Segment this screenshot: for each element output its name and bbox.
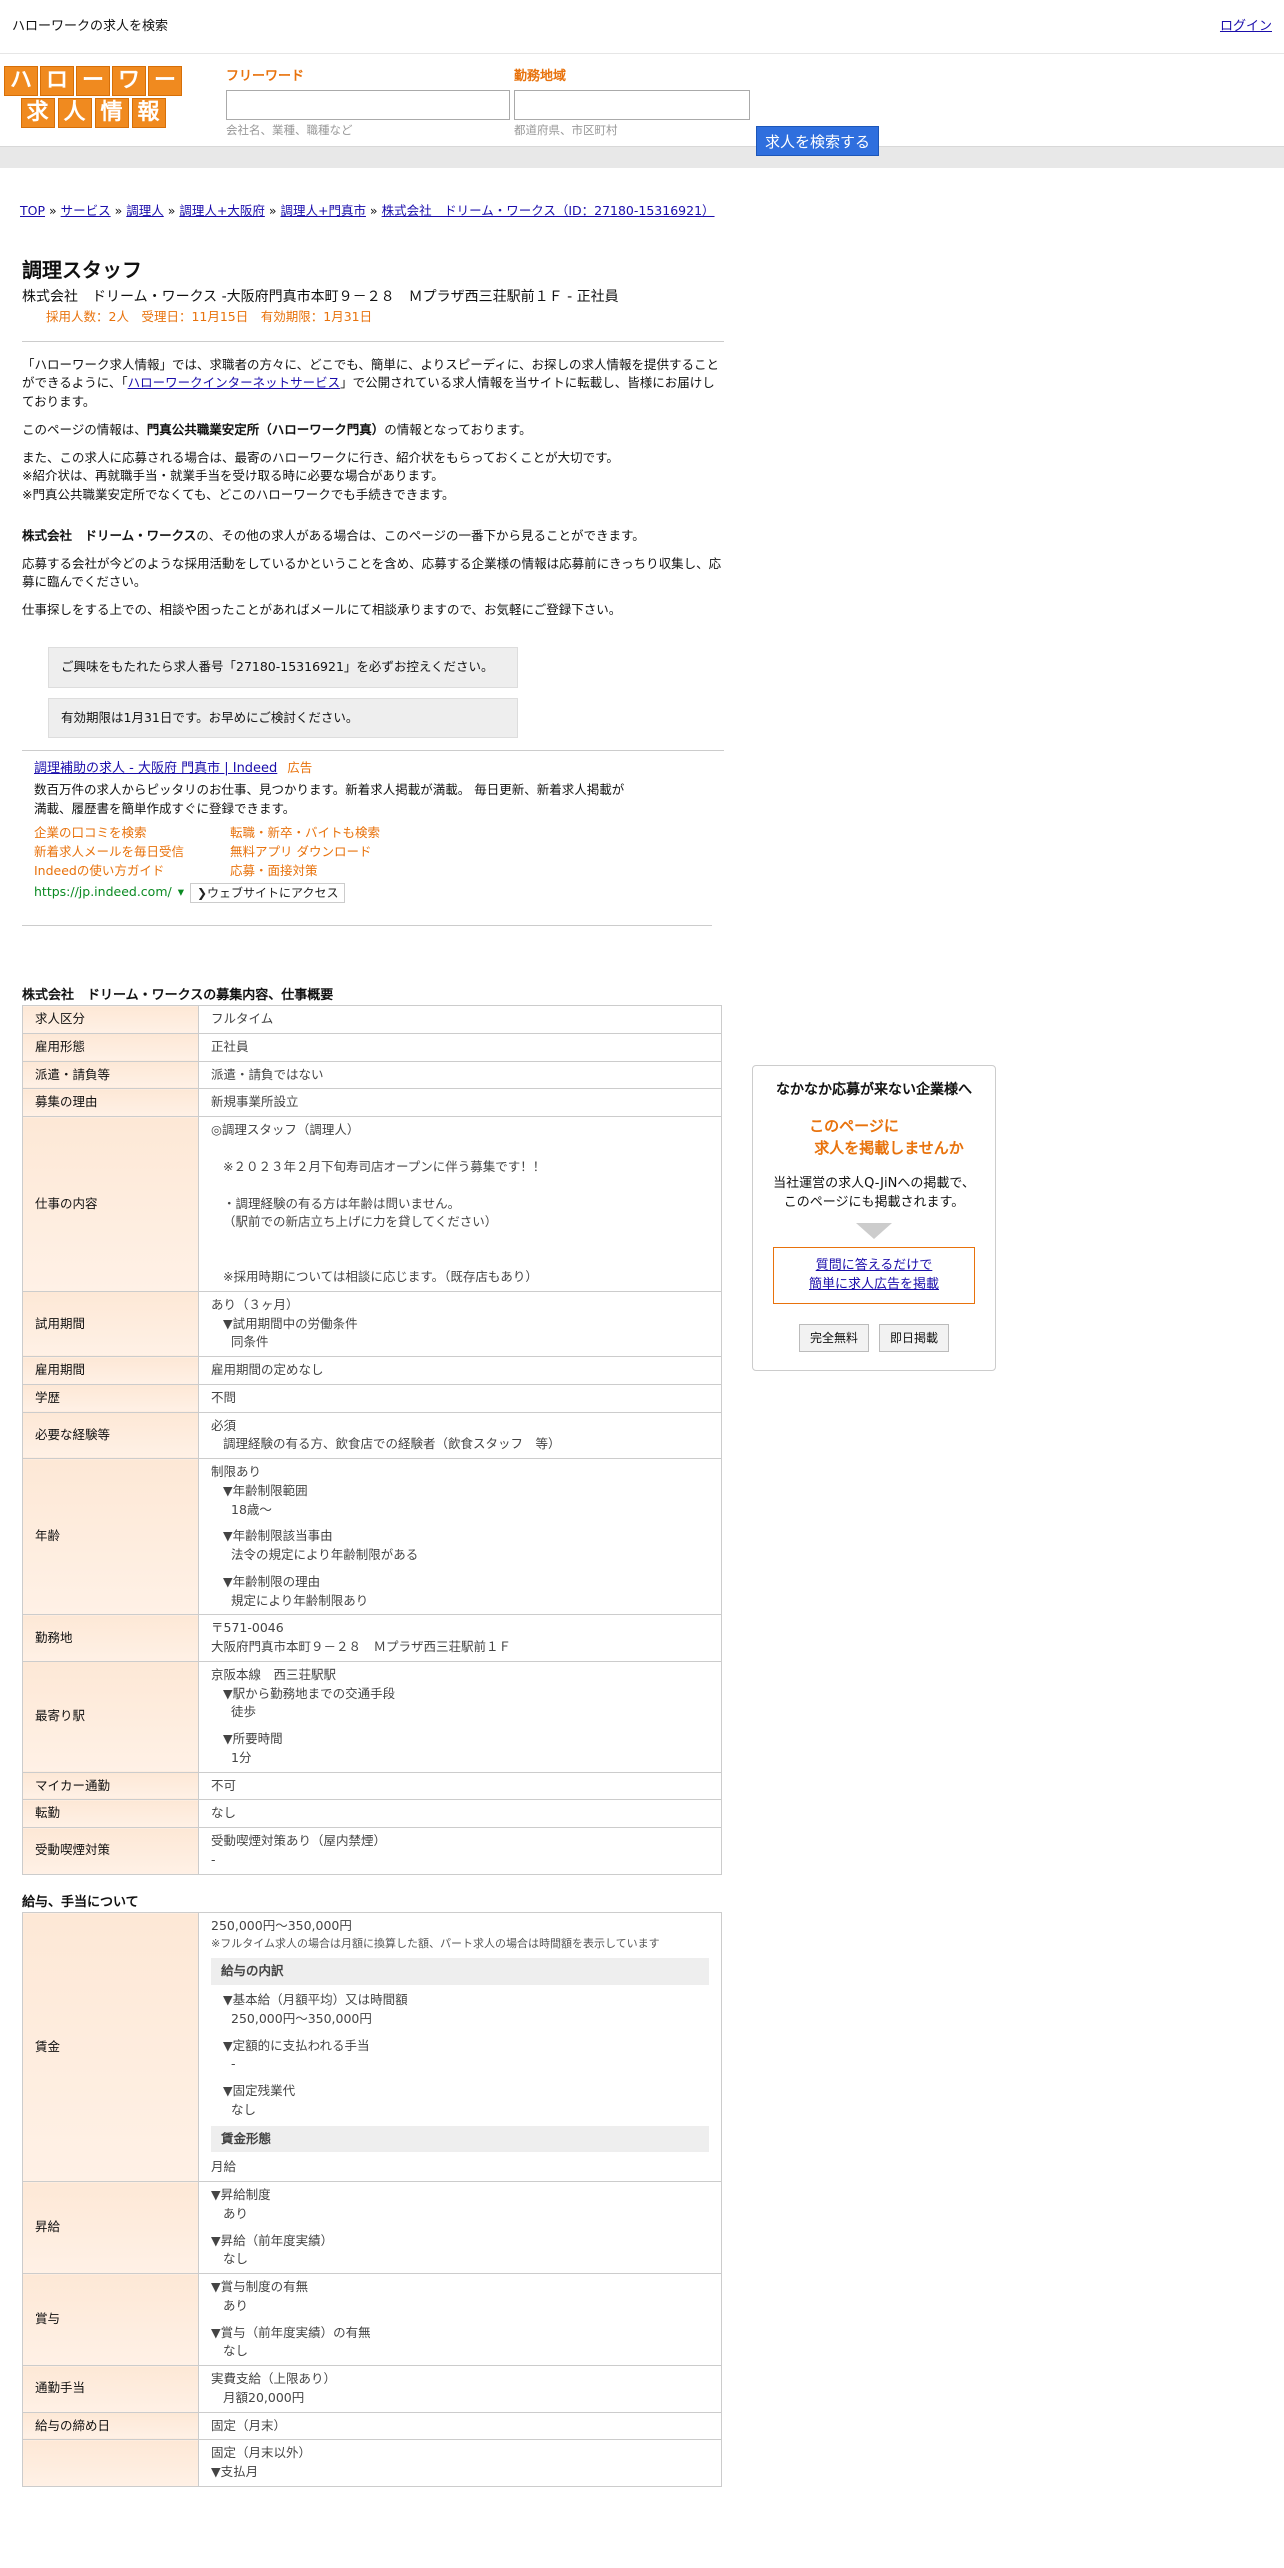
intro-paragraph: 「ハローワーク求人情報」では、求職者の方々に、どこでも、簡単に、よりスピーディに… — [22, 356, 720, 410]
same-day-badge[interactable]: 即日掲載 — [879, 1323, 950, 1352]
table-row: 雇用期間 雇用期間の定めなし — [22, 1356, 722, 1385]
advice-note: 応募する会社が今どのような採用活動をしているかということを含め、応募する企業様の… — [22, 555, 722, 590]
logo-char: ハ — [4, 66, 38, 96]
table-row: 賞与 ▼賞与制度の有無 あり ▼賞与（前年度実績）の有無 なし — [22, 2273, 722, 2366]
top-bar: ハローワークの求人を検索 ログイン — [0, 0, 1284, 54]
promo-box: なかなか応募が来ない企業様へ このページに 求人を掲載しませんか 当社運営の求人… — [752, 1064, 996, 1371]
hellowork-internet-link[interactable]: ハローワークインターネットサービス — [128, 375, 341, 390]
logo-char: 人 — [57, 98, 92, 128]
keyword-hint: 会社名、業種、職種など — [226, 122, 353, 137]
promo-text: 当社運営の求人Q-JiNへの掲載で、 このページにも掲載されます。 — [773, 1175, 975, 1211]
referral-note: また、この求人に応募される場合は、最寄のハローワークに行き、紹介状をもらっておく… — [22, 449, 619, 503]
area-label: 勤務地域 — [514, 69, 567, 84]
promo-cta: 質問に答えるだけで 簡単に求人広告を掲載 — [773, 1246, 975, 1304]
table-row: 給与の締め日 固定（月末） — [22, 2411, 722, 2441]
header: ハ ロ ー ワ ー 求 人 情 報 フリーワード 会社名、業種、職種など 勤務地… — [0, 54, 1284, 156]
divider — [22, 924, 712, 926]
other-jobs-note: 株式会社 ドリーム・ワークスの、その他の求人がある場合は、このページの一番下から… — [22, 527, 645, 543]
breadcrumb-cook-kadoma[interactable]: 調理人+門真市 — [280, 203, 365, 218]
table-row: マイカー通勤 不可 — [22, 1771, 722, 1801]
ad-url-dropdown-icon[interactable]: ▾ — [178, 883, 184, 902]
breadcrumb: TOP » サービス » 調理人 » 調理人+大阪府 » 調理人+門真市 » 株… — [20, 203, 715, 218]
arrow-down-icon — [856, 1222, 892, 1239]
table-row: 賃金 250,000円〜350,000円 ※フルタイム求人の場合は月額に換算した… — [22, 1912, 722, 2182]
promo-cta-link[interactable]: 質問に答えるだけで — [816, 1258, 933, 1273]
salary-table: 賃金 250,000円〜350,000円 ※フルタイム求人の場合は月額に換算した… — [22, 1912, 722, 2487]
section-title-overview: 株式会社 ドリーム・ワークスの募集内容、仕事概要 — [22, 987, 334, 1003]
table-row: 派遣・請負等 派遣・請負ではない — [22, 1060, 722, 1090]
table-row: 昇給 ▼昇給制度 あり ▼昇給（前年度実績） なし — [22, 2181, 722, 2274]
login-link[interactable]: ログイン — [1220, 17, 1272, 37]
search-button[interactable]: 求人を検索する — [756, 126, 880, 156]
indeed-ad: 調理補助の求人 - 大阪府 門真市 | Indeed 広告 数百万件の求人からピ… — [22, 750, 724, 910]
logo-char: 報 — [131, 98, 166, 128]
table-row: 雇用形態 正社員 — [22, 1032, 722, 1062]
table-row: 年齢 制限あり ▼年齢制限範囲 18歳〜 ▼年齢制限該当事由 法令の規定により年齢制… — [22, 1457, 722, 1616]
area-hint: 都道府県、市区町村 — [514, 122, 618, 137]
ad-sitelink[interactable]: 転職・新卒・バイトも検索 — [230, 824, 426, 843]
logo-char: ワ — [112, 66, 146, 96]
search-form: フリーワード 会社名、業種、職種など 勤務地域 都道府県、市区町村 求人を検索す… — [226, 66, 880, 156]
section-title-salary: 給与、手当について — [22, 1894, 139, 1910]
free-badge[interactable]: 完全無料 — [798, 1323, 869, 1352]
table-row: 最寄り駅 京阪本線 西三荘駅駅 ▼駅から勤務地までの交通手段 徒歩 ▼所要時間 1分 — [22, 1660, 722, 1773]
deadline-notice: 有効期限は1月31日です。お早めにご検討ください。 — [48, 697, 518, 739]
job-subtitle: 株式会社 ドリーム・ワークス -大阪府門真市本町９－２８ Ｍプラザ西三荘駅前１Ｆ… — [22, 288, 619, 305]
ad-url[interactable]: https://jp.indeed.com/ — [34, 883, 172, 902]
area-input[interactable] — [514, 89, 750, 120]
consult-note: 仕事探しをする上での、相談や困ったことがあればメールにて相談承りますので、お気軽… — [22, 602, 622, 617]
table-row: 通勤手当 実費支給（上限あり） 月額20,000円 — [22, 2365, 722, 2413]
table-row: 仕事の内容 ◎調理スタッフ（調理人） ※２０２３年２月下旬寿司店オープンに伴う募… — [22, 1116, 722, 1292]
ad-sitelinks: 企業の口コミを検索 転職・新卒・バイトも検索 新着求人メールを毎日受信 無料アプ… — [34, 824, 712, 880]
breadcrumb-cook[interactable]: 調理人 — [126, 203, 164, 218]
keyword-label: フリーワード — [226, 69, 305, 84]
hellowork-logo[interactable]: ハ ロ ー ワ ー 求 人 情 報 — [4, 66, 182, 128]
ad-sitelink[interactable]: 新着求人メールを毎日受信 — [34, 843, 230, 862]
table-row: 学歴 不問 — [22, 1383, 722, 1413]
ad-sitelink[interactable]: 無料アプリ ダウンロード — [230, 843, 426, 862]
main-column: 調理スタッフ 株式会社 ドリーム・ワークス -大阪府門真市本町９－２８ Ｍプラザ… — [22, 221, 724, 2487]
table-row: 固定（月末以外） ▼支払月 — [22, 2439, 722, 2487]
promo-catch: このページに 求人を掲載しませんか — [809, 1116, 964, 1158]
breadcrumb-company[interactable]: 株式会社 ドリーム・ワークス（ID：27180-15316921） — [382, 203, 715, 218]
job-title: 調理スタッフ — [22, 257, 142, 282]
promo-title: なかなか応募が来ない企業様へ — [776, 1081, 972, 1098]
ad-sitelink[interactable]: 企業の口コミを検索 — [34, 824, 230, 843]
table-row: 試用期間 あり（３ヶ月） ▼試用期間中の労働条件 同条件 — [22, 1290, 722, 1358]
breadcrumb-top[interactable]: TOP — [20, 203, 45, 218]
logo-char: ー — [76, 66, 110, 96]
visit-website-button[interactable]: ❯ウェブサイトにアクセス — [190, 882, 346, 903]
divider — [22, 340, 724, 342]
ad-sitelink[interactable]: 応募・面接対策 — [230, 862, 426, 881]
ad-sitelink[interactable]: Indeedの使い方ガイド — [34, 862, 230, 881]
table-row: 必要な経験等 必須 調理経験の有る方、飲食店での経験者（飲食スタッフ 等） — [22, 1411, 722, 1459]
job-meta: 採用人数：2人 受理日：11月15日 有効期限：1月31日 — [46, 308, 373, 324]
keyword-input[interactable] — [226, 89, 510, 120]
site-title: ハローワークの求人を検索 — [12, 18, 169, 34]
sidebar: なかなか応募が来ない企業様へ このページに 求人を掲載しませんか 当社運営の求人… — [752, 1064, 996, 2487]
table-row: 募集の理由 新規事業所設立 — [22, 1088, 722, 1117]
job-overview-table: 求人区分 フルタイム 雇用形態 正社員 派遣・請負等 派遣・請負ではない 募集の理由新… — [22, 1005, 722, 1875]
promo-cta-link[interactable]: 簡単に求人広告を掲載 — [809, 1277, 939, 1292]
table-row: 受動喫煙対策 受動喫煙対策あり（屋内禁煙） - — [22, 1827, 722, 1875]
logo-char: 求 — [20, 98, 55, 128]
logo-char: ロ — [40, 66, 74, 96]
logo-char: 情 — [94, 98, 129, 128]
breadcrumb-service[interactable]: サービス — [61, 203, 111, 218]
ad-description: 数百万件の求人からピッタリのお仕事、見つかります。新着求人掲載が満載。 毎日更新… — [34, 781, 625, 816]
ad-badge: 広告 — [287, 760, 313, 776]
ad-title-link[interactable]: 調理補助の求人 - 大阪府 門真市 | Indeed — [34, 761, 277, 776]
table-row: 求人区分 フルタイム — [22, 1005, 722, 1034]
info-source: このページの情報は、門真公共職業安定所（ハローワーク門真）の情報となっております… — [22, 421, 532, 437]
table-row: 勤務地 〒571-0046 大阪府門真市本町９－２８ Ｍプラザ西三荘駅前１Ｆ — [22, 1614, 722, 1662]
breadcrumb-cook-osaka[interactable]: 調理人+大阪府 — [179, 203, 264, 218]
logo-char: ー — [148, 66, 182, 96]
job-number-notice: ご興味をもたれたら求人番号「27180-15316921」を必ずお控えください。 — [48, 646, 518, 688]
table-row: 転勤 なし — [22, 1799, 722, 1828]
